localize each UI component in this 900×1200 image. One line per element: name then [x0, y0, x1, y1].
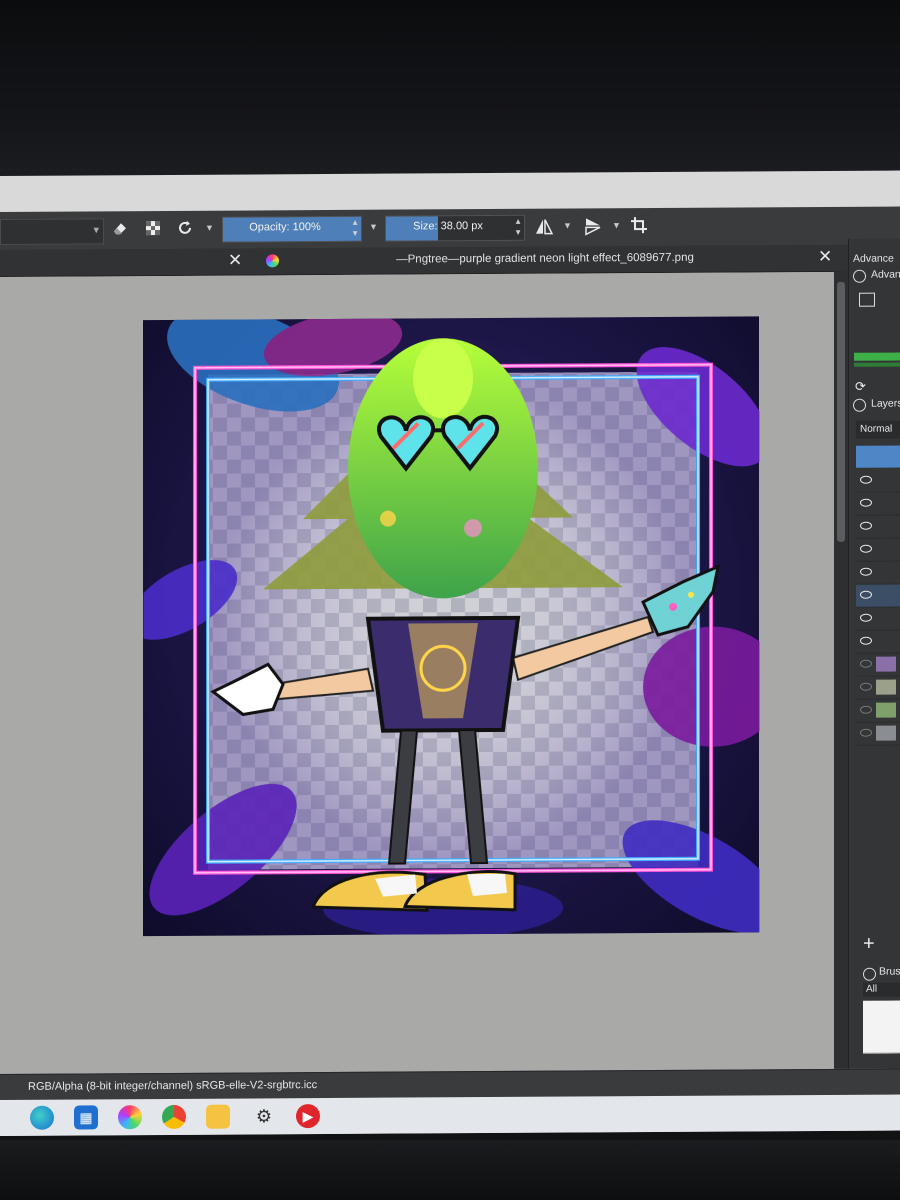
size-slider[interactable]: Size: 38.00 px ▲ ▼ [385, 214, 525, 242]
layer-thumbnail [876, 725, 896, 741]
layer-row[interactable] [856, 676, 900, 700]
eye-hidden-icon[interactable] [860, 659, 872, 668]
cannabis-character-artwork [143, 316, 759, 937]
layer-row[interactable] [856, 538, 900, 562]
eye-icon[interactable] [860, 521, 872, 530]
opacity-slider[interactable]: Opacity: 100% ▲ ▼ [222, 215, 362, 243]
krita-document-icon [266, 254, 279, 268]
eye-hidden-icon[interactable] [860, 705, 872, 714]
eye-icon[interactable] [860, 636, 872, 645]
settings-icon[interactable]: ⚙ [252, 1104, 276, 1128]
brush-tag-filter[interactable]: All [863, 982, 900, 997]
layer-row[interactable] [856, 607, 900, 631]
tool-options-toolbar: ▾ ▼ Opacity: 100% ▲ ▼ ▼ Size: 38.00 px ▲ ▼… [0, 206, 900, 251]
chevron-down-icon: ▾ [93, 224, 99, 237]
spin-arrows-icon[interactable]: ▲ ▼ [351, 217, 359, 239]
windows-taskbar: ▦ ⚙ ▶ [0, 1094, 900, 1136]
advanced-subtitle: Advan [871, 268, 900, 281]
close-icon[interactable]: ✕ [818, 247, 832, 267]
mirror-vertical-icon[interactable] [582, 216, 604, 238]
monitor-bezel-bottom [0, 1140, 900, 1200]
eye-icon[interactable] [860, 590, 872, 599]
size-label: Size: 38.00 px [413, 220, 483, 233]
canvas-vertical-scrollbar[interactable] [834, 271, 848, 1069]
layer-properties-bar[interactable] [856, 445, 900, 468]
chrome-icon[interactable] [162, 1104, 186, 1130]
eye-icon[interactable] [860, 475, 872, 484]
monitor-bezel-top [0, 0, 900, 180]
eye-hidden-icon[interactable] [860, 728, 872, 737]
eye-icon[interactable] [860, 498, 872, 507]
opacity-label: Opacity: 100% [249, 221, 321, 234]
krita-window: ▾ ▼ Opacity: 100% ▲ ▼ ▼ Size: 38.00 px ▲ ▼… [0, 170, 900, 1137]
color-strip[interactable] [854, 352, 900, 361]
chevron-down-icon[interactable]: ▼ [369, 222, 378, 232]
advanced-color-selector-title[interactable]: Advance [853, 253, 894, 265]
close-icon[interactable]: ✕ [228, 251, 242, 271]
brush-preset-tile[interactable] [863, 1000, 900, 1054]
layer-row[interactable] [856, 561, 900, 585]
layers-title: Layers [871, 397, 900, 410]
layer-row-selected[interactable] [856, 584, 900, 608]
layer-row[interactable] [856, 653, 900, 677]
chevron-down-icon[interactable]: ▼ [612, 220, 621, 230]
spin-arrows-icon[interactable]: ▲ ▼ [514, 216, 522, 238]
krita-icon[interactable] [118, 1105, 142, 1130]
chevron-down-icon[interactable]: ▼ [205, 223, 214, 233]
lock-icon[interactable] [853, 269, 866, 283]
eye-icon[interactable] [860, 544, 872, 553]
layer-thumbnail [876, 702, 896, 718]
layer-thumbnail [876, 656, 896, 672]
color-space-status[interactable]: RGB/Alpha (8-bit integer/channel) sRGB-e… [28, 1079, 317, 1093]
brush-preset-combo[interactable]: ▾ [0, 218, 104, 245]
color-strip-shade [854, 362, 900, 367]
layer-row[interactable] [856, 699, 900, 723]
explorer-icon[interactable] [206, 1104, 230, 1129]
edge-icon[interactable] [30, 1105, 54, 1130]
document-title[interactable]: —Pngtree—purple gradient neon light effe… [300, 251, 790, 266]
layer-row[interactable] [856, 515, 900, 539]
eye-icon[interactable] [860, 567, 872, 576]
refresh-icon[interactable]: ⟳ [855, 379, 866, 395]
layer-row[interactable] [856, 722, 900, 746]
add-layer-button[interactable]: + [863, 933, 875, 956]
brush-presets-title: Brus [879, 965, 900, 978]
media-icon[interactable]: ▶ [296, 1104, 320, 1129]
chevron-down-icon[interactable]: ▼ [563, 221, 572, 231]
eraser-icon[interactable] [109, 219, 131, 241]
scrollbar-thumb[interactable] [837, 281, 845, 542]
list-view-icon[interactable] [859, 292, 875, 307]
lock-icon[interactable] [853, 398, 866, 412]
layer-row[interactable] [856, 469, 900, 493]
right-docker-panel: Advance Advan ⟳ Layers Normal + Brus All [848, 238, 900, 1069]
eye-icon[interactable] [860, 613, 872, 622]
alpha-lock-icon[interactable] [142, 219, 164, 241]
eye-hidden-icon[interactable] [860, 682, 872, 691]
blend-mode-select[interactable]: Normal [856, 420, 900, 439]
store-icon[interactable]: ▦ [74, 1105, 98, 1130]
artwork-image[interactable] [143, 316, 759, 937]
mirror-horizontal-icon[interactable] [533, 217, 555, 239]
reload-icon[interactable] [174, 219, 196, 241]
layer-thumbnail [876, 679, 896, 695]
crop-icon[interactable] [628, 216, 650, 238]
lock-icon[interactable] [863, 967, 876, 981]
layer-row[interactable] [856, 630, 900, 654]
layer-row[interactable] [856, 492, 900, 516]
